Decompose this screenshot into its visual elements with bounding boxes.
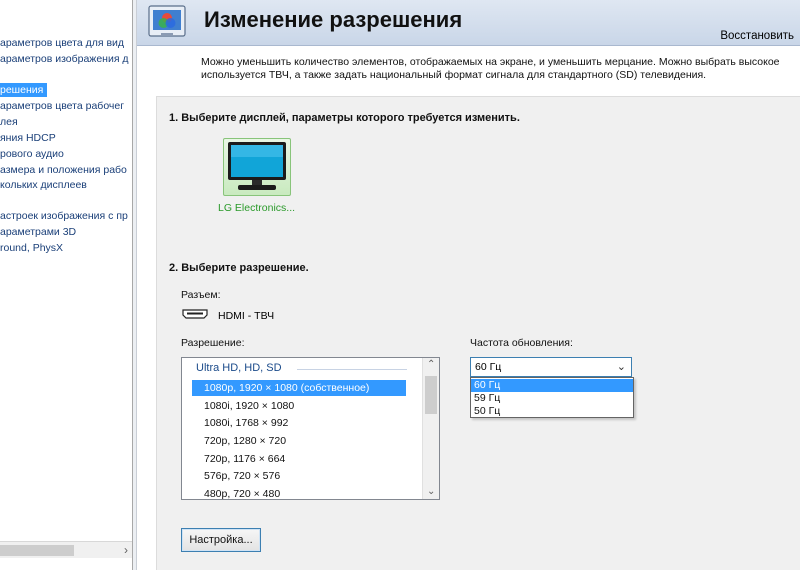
resolution-option[interactable]: 1080i, 1920 × 1080 xyxy=(192,398,406,414)
description-line: Можно уменьшить количество элементов, от… xyxy=(201,56,780,68)
sidebar-item-color-video[interactable]: араметров цвета для вид xyxy=(0,36,124,50)
refresh-rate-options[interactable]: 60 Гц 59 Гц 50 Гц xyxy=(470,377,634,418)
step1-title: 1. Выберите дисплей, параметры которого … xyxy=(169,112,520,124)
display-select-tile[interactable] xyxy=(223,138,291,196)
sidebar-item-multiple-displays[interactable]: кольких дисплеев xyxy=(0,178,87,192)
scrollbar-thumb[interactable] xyxy=(0,545,74,556)
hdmi-port-icon xyxy=(182,309,208,319)
chevron-down-icon[interactable]: ⌄ xyxy=(617,360,626,373)
resolution-option[interactable]: 720p, 1280 × 720 xyxy=(192,433,406,449)
description-line: используется ТВЧ, а также задать национа… xyxy=(201,69,707,81)
display-settings-icon xyxy=(148,5,186,37)
sidebar-item-image-video[interactable]: араметров изображения д xyxy=(0,52,129,66)
sidebar-item-digital-audio[interactable]: рового аудио xyxy=(0,147,64,161)
sidebar-item-image-settings[interactable]: астроек изображения с пр xyxy=(0,209,128,223)
chevron-right-icon[interactable]: › xyxy=(124,543,128,557)
restore-defaults-link[interactable]: Восстановить xyxy=(720,30,794,42)
pane-splitter[interactable] xyxy=(133,0,137,570)
settings-button[interactable]: Настройка... xyxy=(181,528,261,552)
sidebar-tree[interactable]: араметров цвета для вид араметров изобра… xyxy=(0,0,133,570)
resolution-option[interactable]: 1080i, 1768 × 992 xyxy=(192,415,406,431)
group-divider xyxy=(297,369,407,370)
sidebar-item-desktop-color[interactable]: араметров цвета рабочег xyxy=(0,99,124,113)
page-title: Изменение разрешения xyxy=(204,7,463,32)
sidebar-item-physx[interactable]: round, PhysX xyxy=(0,241,63,255)
chevron-down-icon[interactable]: ⌄ xyxy=(427,486,435,497)
refresh-rate-value: 60 Гц xyxy=(475,361,502,373)
chevron-up-icon[interactable]: ⌃ xyxy=(427,359,435,370)
monitor-icon xyxy=(228,142,286,190)
resolution-group-header: Ultra HD, HD, SD xyxy=(196,362,282,374)
sidebar-item-hdcp[interactable]: яния HDCP xyxy=(0,131,56,145)
resolution-option[interactable]: 480p, 720 × 480 xyxy=(192,486,406,499)
sidebar-item-3d-settings[interactable]: араметрами 3D xyxy=(0,225,76,239)
resolution-label: Разрешение: xyxy=(181,337,245,349)
resolution-option[interactable]: 720p, 1176 × 664 xyxy=(192,451,406,467)
refresh-rate-label: Частота обновления: xyxy=(470,337,573,349)
resolution-option[interactable]: 1080p, 1920 × 1080 (собственное) xyxy=(192,380,406,396)
resolution-option[interactable]: 576p, 720 × 576 xyxy=(192,468,406,484)
resolution-vertical-scrollbar[interactable]: ⌃ ⌄ xyxy=(422,358,439,499)
refresh-option[interactable]: 50 Гц xyxy=(471,405,633,418)
page-header: Изменение разрешения Восстановить xyxy=(137,0,800,46)
sidebar-item-display[interactable]: лея xyxy=(0,115,18,129)
sidebar-item-resolution[interactable]: решения xyxy=(0,83,48,97)
sidebar-item-desktop-size[interactable]: азмера и положения рабо xyxy=(0,163,127,177)
connector-value: HDMI - ТВЧ xyxy=(218,310,275,322)
scrollbar-thumb[interactable] xyxy=(425,376,437,414)
refresh-rate-dropdown[interactable]: 60 Гц ⌄ xyxy=(470,357,632,377)
refresh-option[interactable]: 60 Гц xyxy=(471,379,633,392)
sidebar-horizontal-scrollbar[interactable]: › xyxy=(0,541,132,558)
connector-label: Разъем: xyxy=(181,289,221,301)
resolution-listbox[interactable]: Ultra HD, HD, SD 1080p, 1920 × 1080 (соб… xyxy=(181,357,440,500)
page-description: Можно уменьшить количество элементов, от… xyxy=(201,56,800,82)
nvidia-control-panel-window: араметров цвета для вид араметров изобра… xyxy=(0,0,800,570)
display-name-label: LG Electronics... xyxy=(218,202,296,214)
refresh-option[interactable]: 59 Гц xyxy=(471,392,633,405)
step2-title: 2. Выберите разрешение. xyxy=(169,262,309,274)
